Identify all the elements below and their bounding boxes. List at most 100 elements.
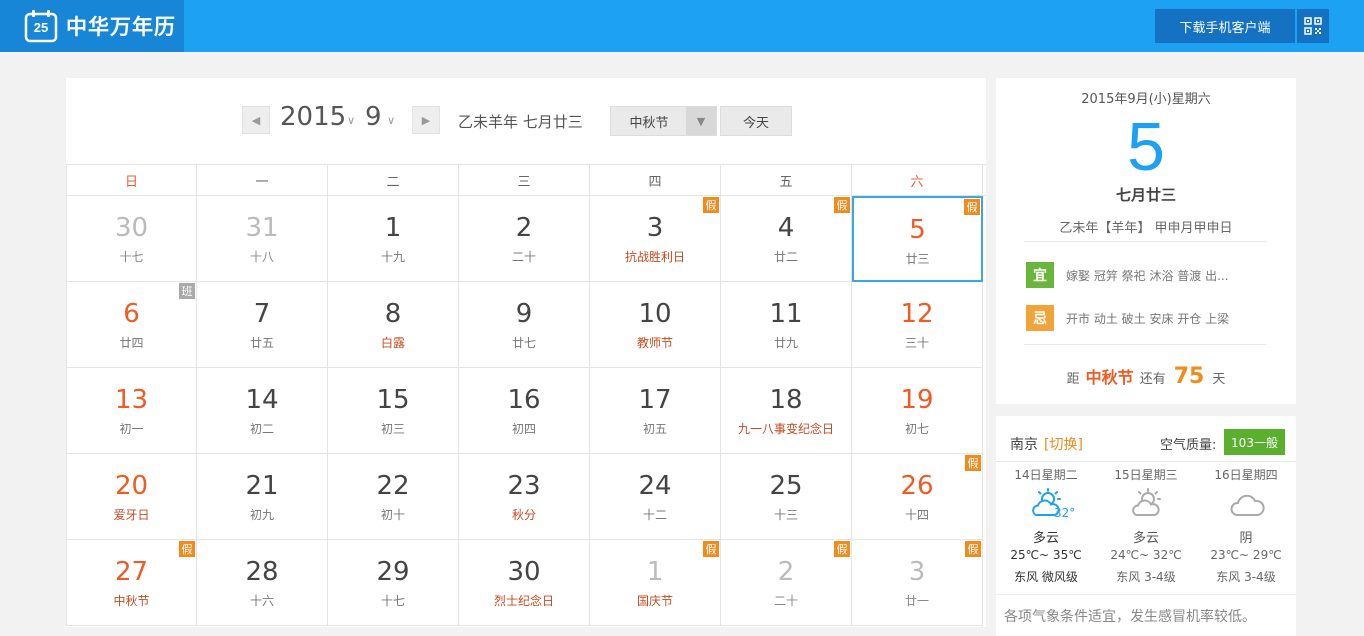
ji-text[interactable]: 开市 动土 破土 安床 开仓 上梁: [1066, 310, 1229, 327]
lunar-day-label: 初四: [511, 422, 536, 436]
calendar-day-cell[interactable]: 21 初九: [197, 454, 328, 540]
selected-date-line: 2015年9月(小)星期六: [1081, 92, 1211, 107]
calendar-day-cell[interactable]: 14 初二: [197, 368, 328, 454]
festival-label: 抗战胜利日: [624, 250, 685, 264]
month-chevron-down-icon[interactable]: ∨: [387, 114, 395, 127]
calendar-day-cell[interactable]: 6 廿四 班: [66, 282, 197, 368]
calendar-day-cell-selected[interactable]: 5 廿三 假: [852, 196, 983, 282]
triangle-left-icon: ◀: [251, 113, 261, 127]
countdown-mid: 还有: [1139, 372, 1166, 387]
next-month-button[interactable]: ▶: [412, 106, 440, 134]
day-number: 20: [114, 471, 149, 501]
countdown-prefix: 距: [1066, 372, 1080, 387]
calendar-day-cell[interactable]: 7 廿五: [197, 282, 328, 368]
calendar-day-cell[interactable]: 19 初七: [852, 368, 983, 454]
calendar-day-cell[interactable]: 30 十七: [66, 196, 197, 282]
lunar-year-info: 乙未羊年 七月廿三: [458, 113, 583, 131]
lunar-day-label: 初七: [904, 422, 929, 436]
day-number: 18: [769, 385, 803, 415]
day-number: 4: [777, 213, 795, 243]
calendar-day-cell[interactable]: 27 中秋节 假: [66, 540, 197, 626]
calendar-day-cell[interactable]: 15 初三: [328, 368, 459, 454]
weekday-fri: 五: [721, 165, 852, 195]
lunar-day-label: 十三: [773, 508, 798, 522]
calendar-day-cell[interactable]: 31 十八: [197, 196, 328, 282]
day-number: 7: [253, 299, 271, 329]
calendar-day-cell[interactable]: 3 抗战胜利日 假: [590, 196, 721, 282]
countdown-festival[interactable]: 中秋节: [1086, 368, 1134, 387]
calendar-day-cell[interactable]: 30 烈士纪念日: [459, 540, 590, 626]
day-number: 1: [646, 557, 664, 587]
lunar-day-label: 二十: [773, 594, 798, 608]
prev-month-button[interactable]: ◀: [242, 106, 270, 134]
yi-text[interactable]: 嫁娶 冠笄 祭祀 沐浴 普渡 出...: [1066, 267, 1229, 284]
calendar-logo-icon: 25: [24, 9, 58, 43]
lunar-day-label: 初二: [249, 422, 274, 436]
weekday-wed: 三: [459, 165, 590, 195]
lunar-day-label: 廿二: [773, 250, 798, 264]
calendar-day-cell[interactable]: 29 十七: [328, 540, 459, 626]
calendar-day-cell[interactable]: 18 九一八事变纪念日: [721, 368, 852, 454]
day-number: 22: [376, 471, 410, 501]
year-select[interactable]: 2015: [280, 102, 346, 132]
calendar-day-cell[interactable]: 2 二十 假: [721, 540, 852, 626]
lunar-day-label: 廿一: [904, 594, 929, 608]
current-temperature: 32°: [1054, 506, 1076, 520]
day-number: 30: [507, 557, 541, 587]
calendar-day-cell[interactable]: 10 教师节: [590, 282, 721, 368]
divider: [996, 594, 1296, 595]
calendar-day-cell[interactable]: 20 爱牙日: [66, 454, 197, 540]
calendar-day-cell[interactable]: 1 十九: [328, 196, 459, 282]
calendar-day-cell[interactable]: 22 初十: [328, 454, 459, 540]
lunar-day-label: 十二: [642, 508, 667, 522]
festival-countdown: 距中秋节 还有 75 天: [996, 364, 1296, 389]
lunar-day-label: 十九: [380, 250, 405, 264]
day-number: 8: [384, 299, 402, 329]
calendar-day-cell[interactable]: 2 二十: [459, 196, 590, 282]
lunar-day-label: 初五: [642, 422, 667, 436]
holiday-badge: 假: [834, 197, 850, 213]
calendar-day-cell[interactable]: 1 国庆节 假: [590, 540, 721, 626]
calendar-day-cell[interactable]: 17 初五: [590, 368, 721, 454]
holiday-badge: 假: [703, 197, 719, 213]
year-chevron-down-icon[interactable]: ∨: [347, 114, 355, 127]
day-number: 6: [123, 299, 140, 329]
calendar-day-cell[interactable]: 25 十三: [721, 454, 852, 540]
logo[interactable]: 25 中华万年历: [0, 0, 184, 52]
calendar-day-cell[interactable]: 9 廿七: [459, 282, 590, 368]
day-number: 25: [769, 471, 803, 501]
day-number: 15: [376, 385, 410, 415]
switch-city-link[interactable]: [切换]: [1044, 434, 1083, 454]
calendar-day-cell[interactable]: 13 初一: [66, 368, 197, 454]
day-number: 19: [900, 385, 934, 415]
holiday-badge: 假: [834, 541, 850, 557]
day-number: 5: [909, 215, 926, 245]
festival-label: 烈士纪念日: [493, 594, 554, 608]
selected-lunar-date: 七月廿三: [1115, 186, 1176, 204]
calendar-day-cell[interactable]: 11 廿九: [721, 282, 852, 368]
countdown-suffix: 天: [1212, 372, 1226, 387]
weekday-thu: 四: [590, 165, 721, 195]
day-number: 16: [507, 385, 541, 415]
holiday-select[interactable]: 中秋节 ▼: [610, 106, 717, 136]
today-button[interactable]: 今天: [720, 106, 792, 136]
calendar-day-cell[interactable]: 4 廿二 假: [721, 196, 852, 282]
lunar-day-label: 初十: [380, 508, 405, 522]
calendar-day-cell[interactable]: 16 初四: [459, 368, 590, 454]
day-number: 23: [507, 471, 541, 501]
calendar-day-cell[interactable]: 3 廿一 假: [852, 540, 983, 626]
download-app-button[interactable]: 下载手机客户端: [1155, 9, 1295, 43]
lunar-day-label: 廿四: [119, 336, 144, 350]
qr-code-button[interactable]: [1297, 9, 1329, 43]
day-number: 21: [245, 471, 279, 501]
calendar-day-cell[interactable]: 26 十四 假: [852, 454, 983, 540]
calendar-day-cell[interactable]: 28 十六: [197, 540, 328, 626]
day-number: 2: [515, 213, 533, 243]
calendar-day-cell[interactable]: 23 秋分: [459, 454, 590, 540]
forecast-desc: 多云: [1032, 531, 1059, 546]
calendar-day-cell[interactable]: 8 白露: [328, 282, 459, 368]
dropdown-triangle-icon[interactable]: ▼: [686, 107, 716, 135]
calendar-day-cell[interactable]: 12 三十: [852, 282, 983, 368]
month-select[interactable]: 9: [365, 102, 382, 132]
calendar-day-cell[interactable]: 24 十二: [590, 454, 721, 540]
